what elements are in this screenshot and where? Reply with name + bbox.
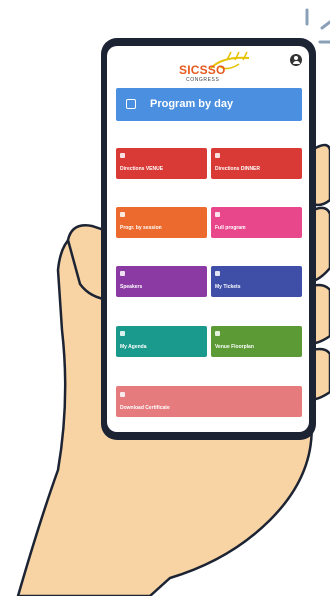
tile-label: Speakers [120,284,143,290]
tile-label: Download Certificate [120,405,170,411]
download-icon [120,392,125,397]
tile-label: Directions DINNER [215,166,261,172]
tile-label: Progr. by session [120,225,162,231]
calendar-icon [126,99,136,109]
speakers-button[interactable]: Speakers [116,266,207,297]
document-icon [215,212,220,217]
map-icon [215,331,220,336]
logo-subtext: CONGRESS [186,77,220,83]
microphone-icon [120,271,125,276]
full-program-button[interactable]: Full program [211,207,302,238]
tile-label: My Tickets [215,284,241,290]
list-icon [120,212,125,217]
tile-label: My Agenda [120,344,147,350]
program-by-day-label: Program by day [150,98,234,110]
my-agenda-button[interactable]: My Agenda [116,326,207,357]
directions-dinner-button[interactable]: Directions DINNER [211,148,302,179]
sparkle-icon [305,8,330,44]
map-pin-icon [215,153,220,158]
checkbox-icon [120,331,125,336]
venue-floorplan-button[interactable]: Venue Floorplan [211,326,302,357]
tile-label: Venue Floorplan [215,344,254,350]
logo-text: SICSSO [179,63,226,77]
directions-venue-button[interactable]: Directions VENUE [116,148,207,179]
account-circle-icon[interactable] [290,54,302,66]
download-certificate-button[interactable]: Download Certificate [116,386,302,417]
tile-label: Full program [215,225,246,231]
ticket-icon [215,271,220,276]
my-tickets-button[interactable]: My Tickets [211,266,302,297]
congress-logo: SICSSO CONGRESS [179,50,255,84]
app-screen: SICSSO CONGRESS Program by day Direction… [107,46,309,432]
map-pin-icon [120,153,125,158]
program-by-day-button[interactable]: Program by day [116,88,302,121]
program-by-session-button[interactable]: Progr. by session [116,207,207,238]
tile-label: Directions VENUE [120,166,164,172]
